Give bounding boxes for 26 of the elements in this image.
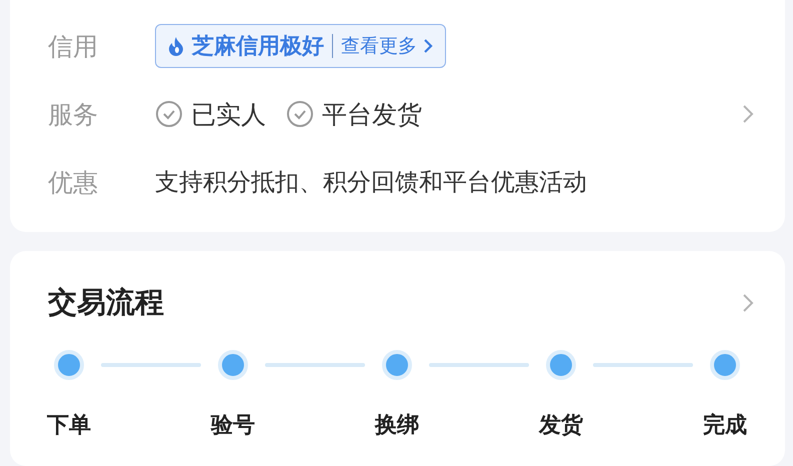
flame-icon — [168, 36, 184, 56]
service-label: 平台发货 — [322, 98, 422, 130]
row-label: 信用 — [48, 30, 99, 62]
service-label: 已实人 — [191, 98, 266, 130]
step-dot — [54, 350, 84, 380]
step-label: 发货 — [539, 412, 583, 440]
see-more-link[interactable]: 查看更多 — [341, 33, 433, 59]
step-label: 验号 — [211, 412, 255, 440]
step-dot — [218, 350, 248, 380]
step-label: 下单 — [47, 412, 91, 440]
step-dot — [546, 350, 576, 380]
chevron-right-icon[interactable] — [741, 103, 755, 125]
check-circle-icon — [286, 100, 314, 128]
step-dot — [382, 350, 412, 380]
step-label: 换绑 — [375, 412, 419, 440]
credit-rating: 芝麻信用极好 — [192, 33, 324, 61]
credit-badge[interactable]: 芝麻信用极好 查看更多 — [155, 24, 446, 68]
promotion-text: 支持积分抵扣、积分回馈和平台优惠活动 — [155, 167, 587, 198]
chevron-right-icon[interactable] — [741, 292, 755, 314]
step-label: 完成 — [703, 412, 747, 440]
chevron-right-icon — [423, 38, 433, 54]
row-label: 优惠 — [48, 166, 99, 198]
check-circle-icon — [155, 100, 183, 128]
row-label: 服务 — [48, 98, 99, 130]
process-title: 交易流程 — [48, 284, 164, 321]
step-dot — [710, 350, 740, 380]
